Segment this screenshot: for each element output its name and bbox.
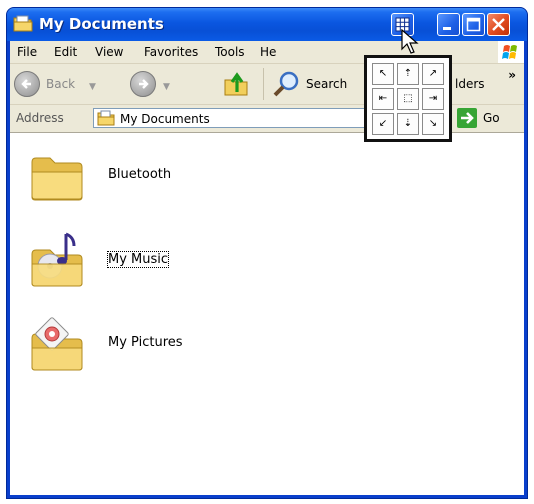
- snap-bottom-left-icon: ↙: [378, 118, 388, 129]
- folder-up-icon[interactable]: [223, 70, 251, 98]
- minimize-icon: [443, 27, 451, 30]
- file-label-bluetooth: Bluetooth: [108, 167, 172, 182]
- file-list-pane[interactable]: Bluetooth My Music My Pictures: [10, 133, 524, 495]
- back-dropdown-icon[interactable]: ▼: [89, 82, 96, 92]
- maximize-button[interactable]: [462, 13, 485, 36]
- menu-view[interactable]: View: [95, 45, 123, 59]
- forward-dropdown-icon[interactable]: ▼: [163, 82, 170, 92]
- close-icon: [492, 18, 505, 31]
- mouse-cursor-icon: [401, 29, 419, 54]
- menu-favorites[interactable]: Favorites: [144, 45, 198, 59]
- pictures-folder-icon: [31, 317, 83, 371]
- go-label: Go: [483, 111, 500, 125]
- file-label-my-pictures: My Pictures: [108, 335, 183, 350]
- snap-top-right-button[interactable]: ↗: [422, 63, 444, 85]
- snap-left-icon: ⇤: [378, 93, 388, 104]
- go-arrow-icon: [457, 108, 477, 128]
- snap-bottom-icon: ⇣: [403, 118, 413, 129]
- menu-file[interactable]: File: [17, 45, 37, 59]
- windows-logo-icon: [498, 41, 524, 63]
- file-item-my-music[interactable]: My Music: [28, 232, 328, 303]
- folders-label[interactable]: lders: [455, 77, 485, 91]
- file-label-my-music: My Music: [106, 251, 170, 268]
- toolbar-separator: [263, 68, 264, 100]
- toolbar-overflow-chevron[interactable]: »: [508, 68, 516, 82]
- forward-arrow-icon: [130, 71, 156, 97]
- menu-edit[interactable]: Edit: [54, 45, 77, 59]
- folder-documents-icon: [97, 110, 115, 126]
- close-button[interactable]: [487, 13, 510, 36]
- maximize-icon: [466, 17, 481, 32]
- snap-left-button[interactable]: ⇤: [372, 88, 394, 110]
- snap-right-icon: ⇥: [428, 93, 438, 104]
- back-arrow-icon: [14, 71, 40, 97]
- menu-help[interactable]: He: [260, 45, 276, 59]
- snap-bottom-left-button[interactable]: ↙: [372, 113, 394, 135]
- file-item-bluetooth[interactable]: Bluetooth: [28, 148, 328, 218]
- snap-bottom-right-button[interactable]: ↘: [422, 113, 444, 135]
- snap-right-button[interactable]: ⇥: [422, 88, 444, 110]
- menu-tools[interactable]: Tools: [215, 45, 245, 59]
- address-value: My Documents: [120, 112, 210, 126]
- snap-bottom-button[interactable]: ⇣: [397, 113, 419, 135]
- forward-button[interactable]: ▼: [130, 71, 175, 97]
- folder-icon: [31, 157, 83, 201]
- title-bar[interactable]: My Documents: [7, 8, 527, 41]
- back-label: Back: [46, 77, 76, 91]
- snap-top-left-icon: ↖: [378, 68, 388, 79]
- file-item-my-pictures[interactable]: My Pictures: [28, 313, 328, 383]
- snap-top-right-icon: ↗: [428, 68, 438, 79]
- search-icon: [273, 71, 299, 97]
- address-label: Address: [16, 111, 64, 125]
- snap-top-icon: ⇡: [403, 68, 413, 79]
- search-button[interactable]: Search: [272, 71, 368, 97]
- snap-center-icon: ⬚: [403, 93, 413, 104]
- minimize-button[interactable]: [437, 13, 460, 36]
- folder-documents-icon: [13, 15, 33, 32]
- back-button[interactable]: Back ▼: [14, 71, 104, 97]
- music-folder-icon: [31, 232, 83, 287]
- window-title: My Documents: [39, 15, 164, 33]
- snap-bottom-right-icon: ↘: [428, 118, 438, 129]
- search-label: Search: [306, 77, 348, 91]
- snap-layout-panel: ↖ ⇡ ↗ ⇤ ⬚ ⇥ ↙ ⇣ ↘: [364, 55, 452, 142]
- snap-center-button[interactable]: ⬚: [397, 88, 419, 110]
- snap-top-button[interactable]: ⇡: [397, 63, 419, 85]
- snap-top-left-button[interactable]: ↖: [372, 63, 394, 85]
